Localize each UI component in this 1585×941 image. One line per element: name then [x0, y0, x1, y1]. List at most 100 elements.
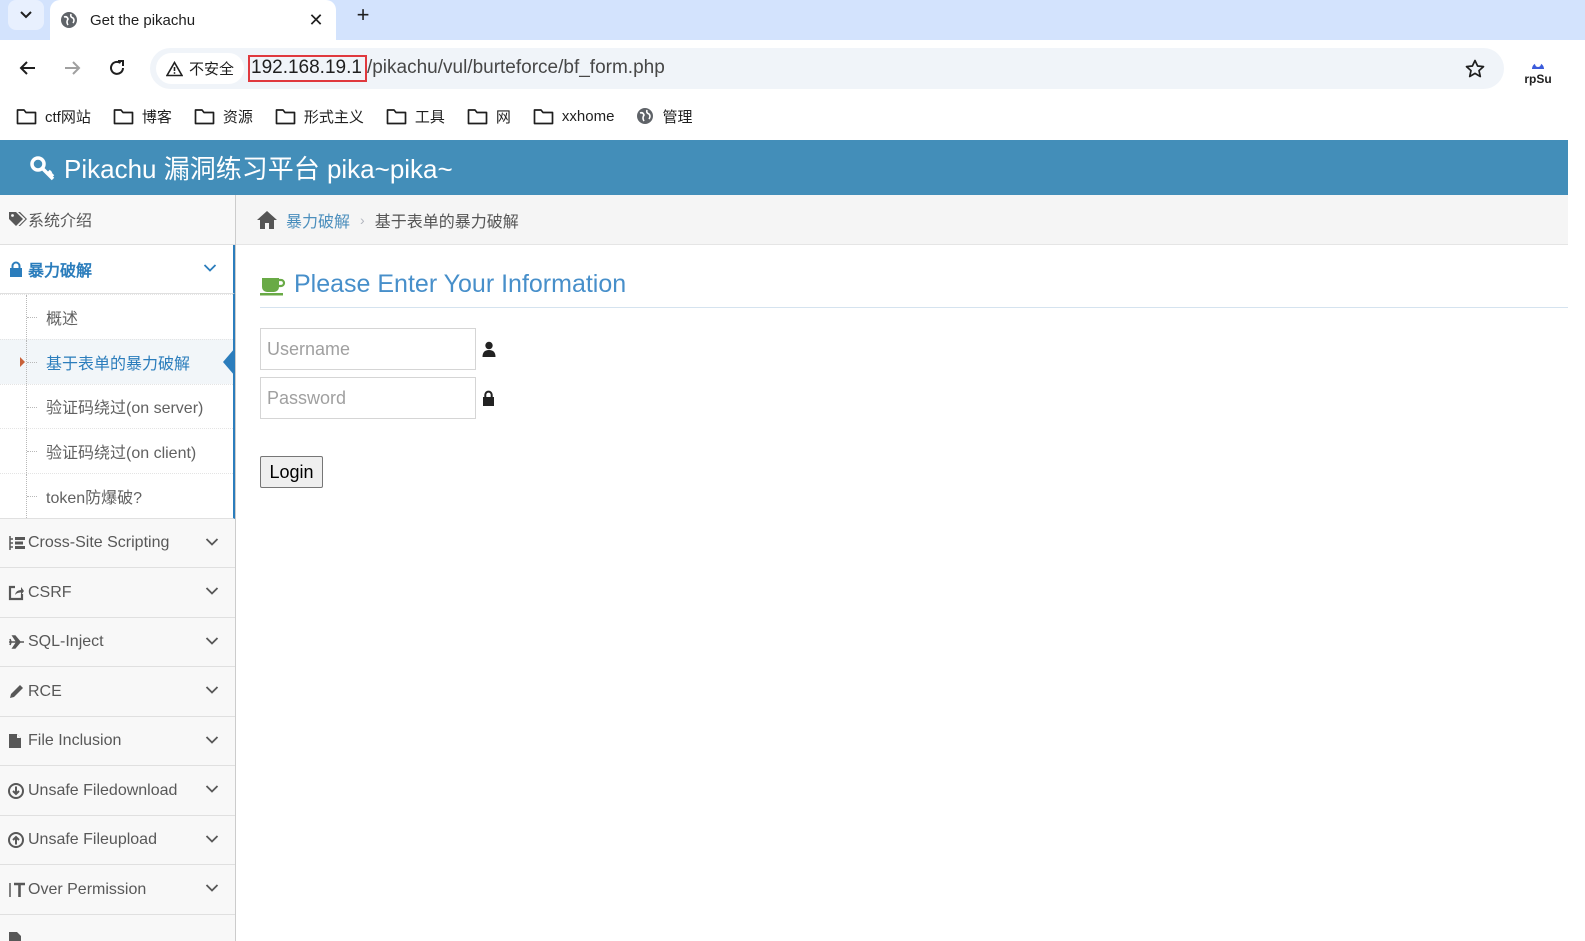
tab-search-button[interactable]: [8, 0, 44, 30]
bookmark-folder[interactable]: xxhome: [533, 107, 615, 125]
bookmark-folder[interactable]: 网: [467, 106, 511, 127]
sidebar-item-file-inclusion[interactable]: File Inclusion: [0, 716, 235, 767]
site-brand[interactable]: Pikachu 漏洞练习平台 pika~pika~: [30, 149, 453, 186]
sidebar-label: Unsafe Filedownload: [28, 781, 178, 799]
bookmark-star-icon[interactable]: [1464, 58, 1486, 80]
plane-icon: [8, 635, 28, 650]
brand-text: Pikachu 漏洞练习平台 pika~pika~: [64, 154, 453, 184]
sidebar-label: RCE: [28, 682, 62, 700]
address-bar[interactable]: 不安全 192.168.19.1/pikachu/vul/burteforce/…: [150, 48, 1504, 89]
password-row: [260, 377, 1568, 419]
caret-right-icon: [20, 356, 25, 367]
sidebar-item-fileupload[interactable]: Unsafe Fileupload: [0, 815, 235, 866]
submenu-item-captcha-server[interactable]: 验证码绕过(on server): [0, 383, 233, 429]
sidebar-label: Unsafe Fileupload: [28, 831, 157, 849]
folder-icon: [386, 108, 407, 124]
warning-icon: [166, 60, 183, 76]
chevron-down-icon: [203, 263, 217, 272]
sidebar-item-partial[interactable]: [0, 914, 235, 941]
key-icon: [30, 155, 55, 180]
submenu-label: 概述: [46, 310, 79, 328]
sidebar-item-xss[interactable]: Cross-Site Scripting: [0, 518, 235, 569]
download-circle-icon: [8, 782, 28, 799]
bookmark-folder[interactable]: 博客: [113, 106, 172, 127]
sidebar: 系统介绍 暴力破解 概述 基于表单的暴力破解 验证码绕过(on server) …: [0, 195, 236, 941]
sidebar-label: SQL-Inject: [28, 633, 104, 651]
sidebar-item-rce[interactable]: RCE: [0, 667, 235, 717]
bookmark-folder[interactable]: 形式主义: [275, 106, 364, 127]
sidebar-label: Over Permission: [28, 880, 147, 898]
reload-icon: [110, 60, 124, 75]
new-tab-button[interactable]: +: [350, 3, 376, 29]
chevron-down-icon: [205, 637, 219, 645]
lock-icon: [482, 390, 495, 406]
bookmarks-bar: ctf网站 博客 资源 形式主义 工具 网 xxhome 管理: [0, 96, 1585, 136]
chevron-down-icon: [205, 538, 219, 546]
bookmark-label: xxhome: [561, 107, 615, 125]
profile-icon: [1532, 61, 1544, 69]
sidebar-label: 暴力破解: [28, 262, 93, 280]
arrow-left-icon: [19, 61, 35, 75]
chevron-down-icon: [205, 587, 219, 596]
sidebar-item-csrf[interactable]: CSRF: [0, 568, 235, 618]
folder-icon: [113, 108, 134, 124]
list-tree-icon: [8, 535, 28, 551]
sidebar-label: CSRF: [28, 583, 72, 601]
bruteforce-submenu: 概述 基于表单的暴力破解 验证码绕过(on server) 验证码绕过(on c…: [0, 294, 235, 519]
share-square-icon: [8, 585, 28, 601]
url-text[interactable]: 192.168.19.1/pikachu/vul/burteforce/bf_f…: [248, 55, 665, 82]
sidebar-label: 系统介绍: [28, 213, 93, 231]
bookmark-folder[interactable]: ctf网站: [16, 106, 91, 127]
folder-icon: [194, 108, 215, 124]
bookmark-label: 形式主义: [303, 108, 364, 126]
breadcrumb-link[interactable]: 暴力破解: [286, 208, 350, 232]
profile-button[interactable]: rpSu: [1520, 56, 1556, 86]
back-button[interactable]: [14, 54, 42, 82]
text-height-icon: [8, 882, 28, 898]
submenu-label: token防爆破?: [46, 490, 143, 508]
sidebar-item-intro[interactable]: 系统介绍: [0, 195, 235, 245]
submenu-item-overview[interactable]: 概述: [0, 294, 233, 339]
forward-button[interactable]: [58, 54, 86, 82]
user-icon: [482, 341, 496, 357]
login-button[interactable]: Login: [260, 456, 323, 488]
folder-icon: [16, 108, 37, 124]
breadcrumb-current: 基于表单的暴力破解: [374, 213, 519, 231]
username-input[interactable]: [260, 328, 476, 370]
globe-icon: [637, 108, 654, 124]
tags-icon: [8, 211, 28, 227]
browser-tab[interactable]: Get the pikachu ✕: [50, 0, 336, 40]
bookmark-label: 工具: [414, 108, 445, 126]
lock-icon: [8, 261, 28, 277]
close-tab-icon[interactable]: ✕: [306, 10, 326, 31]
form-title-text: Please Enter Your Information: [294, 270, 627, 298]
bookmark-label: 管理: [662, 108, 693, 126]
sidebar-item-filedownload[interactable]: Unsafe Filedownload: [0, 766, 235, 816]
file-icon: [8, 931, 28, 941]
home-icon[interactable]: [256, 210, 278, 230]
reload-button[interactable]: [103, 54, 131, 82]
bookmark-label: ctf网站: [45, 108, 91, 126]
sidebar-label: File Inclusion: [28, 732, 122, 750]
bookmark-link[interactable]: 管理: [636, 106, 692, 127]
coffee-icon: [260, 277, 286, 295]
active-indicator: [223, 347, 235, 376]
username-row: [260, 328, 1568, 370]
sidebar-item-bruteforce[interactable]: 暴力破解: [0, 244, 235, 294]
submenu-label: 验证码绕过(on server): [46, 400, 204, 418]
bookmark-folder[interactable]: 工具: [386, 106, 445, 127]
bookmark-label: 网: [495, 108, 511, 126]
submenu-item-form-bruteforce[interactable]: 基于表单的暴力破解: [0, 338, 235, 384]
bookmark-folder[interactable]: 资源: [194, 106, 253, 127]
submenu-item-token[interactable]: token防爆破?: [0, 473, 233, 518]
password-input[interactable]: [260, 377, 476, 419]
form-title: Please Enter Your Information: [260, 270, 1568, 308]
tab-strip: Get the pikachu ✕ +: [0, 0, 1585, 40]
sidebar-item-sqli[interactable]: SQL-Inject: [0, 617, 235, 668]
bookmark-label: 资源: [222, 108, 253, 126]
submenu-label: 验证码绕过(on client): [46, 445, 197, 463]
sidebar-item-over-permission[interactable]: Over Permission: [0, 865, 235, 915]
submenu-item-captcha-client[interactable]: 验证码绕过(on client): [0, 428, 233, 473]
security-chip[interactable]: 不安全: [156, 53, 245, 84]
file-icon: [8, 733, 28, 749]
